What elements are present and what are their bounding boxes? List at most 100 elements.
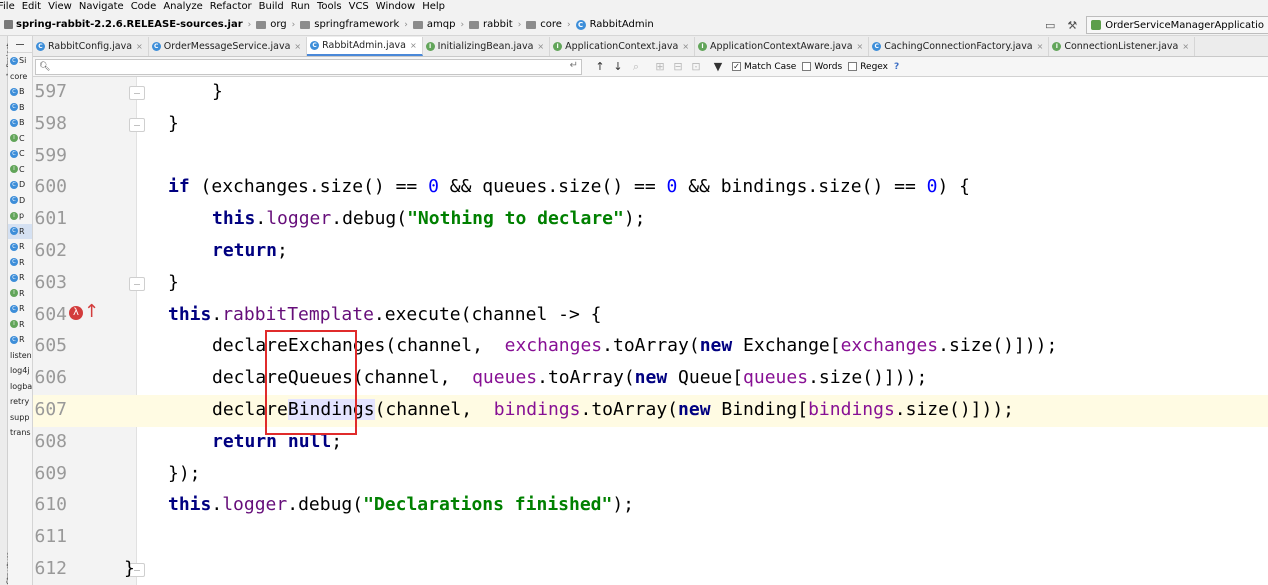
select-all-occurrences-icon[interactable]: ⊡ — [688, 59, 704, 75]
code-line[interactable]: 609}); — [33, 459, 1268, 491]
project-tree-item[interactable]: CR — [8, 239, 32, 255]
match-case-option[interactable]: ✓ Match Case — [732, 62, 796, 72]
run-configuration-select[interactable]: OrderServiceManagerApplicatio — [1086, 16, 1268, 34]
project-tree-item[interactable]: listen — [8, 348, 32, 364]
project-tree-item[interactable]: CC — [8, 146, 32, 162]
close-tab-icon[interactable]: × — [682, 42, 689, 51]
menu-file[interactable]: File — [0, 0, 19, 14]
menu-refactor[interactable]: Refactor — [207, 0, 256, 14]
editor-tab[interactable]: I ApplicationContextAware.java × — [695, 37, 870, 56]
add-occurrence-icon[interactable]: ⊞ — [652, 59, 668, 75]
project-tree-item[interactable]: IC — [8, 162, 32, 178]
project-tree-item[interactable]: CR — [8, 332, 32, 348]
project-tree-item[interactable]: CB — [8, 100, 32, 116]
menu-run[interactable]: Run — [288, 0, 314, 14]
close-tab-icon[interactable]: × — [136, 42, 143, 51]
remove-occurrence-icon[interactable]: ⊟ — [670, 59, 686, 75]
code-line[interactable]: 605 declareExchanges(channel, exchanges.t… — [33, 331, 1268, 363]
menu-view[interactable]: View — [45, 0, 76, 14]
editor-tab[interactable]: C RabbitAdmin.java × — [307, 37, 423, 56]
breadcrumb-item[interactable]: C RabbitAdmin — [575, 19, 654, 30]
menu-tools[interactable]: Tools — [314, 0, 346, 14]
menu-analyze[interactable]: Analyze — [160, 0, 206, 14]
editor-tab[interactable]: I InitializingBean.java × — [423, 37, 551, 56]
breadcrumb-item[interactable]: rabbit — [469, 19, 513, 30]
project-tree-item[interactable]: IR — [8, 286, 32, 302]
close-tab-icon[interactable]: × — [294, 42, 301, 51]
editor-tab[interactable]: C OrderMessageService.java × — [149, 37, 308, 56]
code-line[interactable]: 599 — [33, 141, 1268, 173]
menu-vcs[interactable]: VCS — [346, 0, 373, 14]
regex-help-link[interactable]: ? — [894, 62, 899, 72]
menu-code[interactable]: Code — [128, 0, 161, 14]
code-line[interactable]: 601 this.logger.debug("Nothing to declare… — [33, 204, 1268, 236]
project-tree-item[interactable]: C Si — [8, 53, 32, 69]
menu-navigate[interactable]: Navigate — [76, 0, 128, 14]
code-line[interactable]: 597} — [33, 77, 1268, 109]
words-checkbox[interactable] — [802, 62, 812, 71]
project-tree-item[interactable]: log4j — [8, 363, 32, 379]
regex-checkbox[interactable] — [848, 62, 858, 71]
editor-tab[interactable]: I ApplicationContext.java × — [550, 37, 696, 56]
project-tree-item[interactable]: Ip — [8, 208, 32, 224]
project-tree-item[interactable]: logba — [8, 379, 32, 395]
project-tree-item[interactable]: IC — [8, 131, 32, 147]
editor-tab[interactable]: I ConnectionListener.java × — [1049, 37, 1196, 56]
menu-help[interactable]: Help — [419, 0, 449, 14]
project-panel-header[interactable] — [8, 36, 32, 53]
project-tree-item[interactable]: core — [8, 69, 32, 85]
project-tree-item[interactable]: trans — [8, 425, 32, 441]
code-line[interactable]: 603} — [33, 268, 1268, 300]
breadcrumb-item[interactable]: core — [526, 19, 562, 30]
regex-option[interactable]: Regex — [848, 62, 888, 72]
code-line[interactable]: 611 — [33, 522, 1268, 554]
code-line[interactable]: 607 declareBindings(channel, bindings.toA… — [33, 395, 1268, 427]
code-line[interactable]: 598} — [33, 109, 1268, 141]
build-hammer-icon[interactable]: ⚒ — [1064, 17, 1080, 33]
search-input[interactable] — [50, 59, 581, 74]
code-line[interactable]: 612} — [33, 554, 1268, 585]
breadcrumb-item[interactable]: springframework — [300, 19, 399, 30]
project-tree-item[interactable]: CR — [8, 255, 32, 271]
code-line[interactable]: 610 this.logger.debug("Declarations finis… — [33, 490, 1268, 522]
navigate-up-arrow-icon[interactable]: ↑ — [84, 301, 99, 322]
close-tab-icon[interactable]: × — [857, 42, 864, 51]
menu-window[interactable]: Window — [373, 0, 419, 14]
project-tree-item[interactable]: supp — [8, 410, 32, 426]
code-line[interactable]: 608 return null; — [33, 427, 1268, 459]
code-editor[interactable]: 597} 598} 599 600 if (exchanges.size() == 0 … — [33, 77, 1268, 585]
project-tree-item[interactable]: CD — [8, 177, 32, 193]
match-case-checkbox[interactable]: ✓ — [732, 62, 741, 71]
code-line[interactable]: 606 declareQueues(channel, queues.toArray… — [33, 363, 1268, 395]
code-line[interactable]: 600 if (exchanges.size() == 0 && queues.s… — [33, 172, 1268, 204]
project-tree-item[interactable]: CR — [8, 301, 32, 317]
words-option[interactable]: Words — [802, 62, 842, 72]
breadcrumb-item[interactable]: org — [256, 19, 287, 30]
close-tab-icon[interactable]: × — [1182, 42, 1189, 51]
project-tree-item[interactable]: CR — [8, 270, 32, 286]
breadcrumb-item[interactable]: spring-rabbit-2.2.6.RELEASE-sources.jar — [4, 19, 243, 30]
search-icon[interactable]: 🔍︎ — [39, 62, 50, 72]
project-tree-item[interactable]: retry — [8, 394, 32, 410]
menu-build[interactable]: Build — [256, 0, 288, 14]
breadcrumb-item[interactable]: amqp — [412, 19, 455, 30]
find-all-icon[interactable]: ⌕ — [628, 59, 644, 75]
fold-marker-icon[interactable] — [129, 117, 145, 132]
close-tab-icon[interactable]: × — [1037, 42, 1044, 51]
code-line[interactable]: 604 λ ↑ this.rabbitTemplate.execute(channel… — [33, 300, 1268, 332]
fold-marker-icon[interactable] — [129, 276, 145, 291]
editor-tab[interactable]: C RabbitConfig.java × — [33, 37, 149, 56]
close-tab-icon[interactable]: × — [537, 42, 544, 51]
code-line[interactable]: 602 return; — [33, 236, 1268, 268]
close-tab-icon[interactable]: × — [410, 41, 417, 50]
menu-edit[interactable]: Edit — [19, 0, 45, 14]
layout-icon[interactable]: ▭ — [1042, 17, 1058, 33]
project-tree-item[interactable]: IR — [8, 317, 32, 333]
project-tree-item[interactable]: CB — [8, 115, 32, 131]
fold-marker-icon[interactable] — [129, 86, 145, 100]
next-occurrence-icon[interactable]: ↓ — [610, 59, 626, 75]
project-tree-item[interactable]: CR — [8, 223, 32, 239]
filter-icon[interactable]: ▼ — [710, 59, 726, 75]
project-tree-item[interactable]: CB — [8, 84, 32, 100]
editor-tab[interactable]: C CachingConnectionFactory.java × — [869, 37, 1050, 56]
